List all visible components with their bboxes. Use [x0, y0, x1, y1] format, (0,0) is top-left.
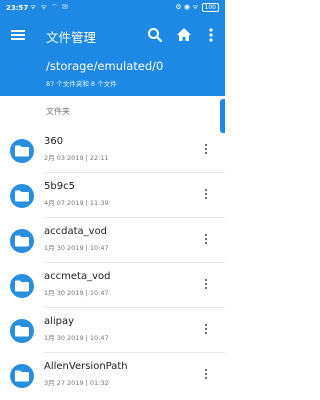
folder-item[interactable]: accmeta_vod 1月 30 2019 | 10:47	[0, 263, 225, 308]
folder-item[interactable]: 360 2月 03 2019 | 22:11	[0, 128, 225, 173]
more-options-icon[interactable]	[203, 187, 209, 203]
folder-date: 4月 07 2019 | 11:39	[44, 199, 109, 207]
folder-item[interactable]: alipay 1月 30 2019 | 10:47	[0, 308, 225, 353]
menu-icon[interactable]	[8, 25, 28, 45]
folder-name: 5b9c5	[44, 181, 75, 192]
app-title: 文件管理	[46, 30, 97, 45]
status-time: 23:57	[6, 4, 29, 12]
overflow-menu-icon[interactable]	[201, 25, 221, 45]
folder-icon	[10, 364, 34, 388]
folder-date: 1月 30 2019 | 10:47	[44, 334, 109, 342]
battery-icon: 100	[201, 3, 219, 12]
status-system-icons: ⚙ ◉ ᯤ	[175, 3, 199, 11]
folder-item[interactable]: 5b9c5 4月 07 2019 | 11:39	[0, 173, 225, 218]
more-options-icon[interactable]	[203, 367, 209, 383]
path-bar: /storage/emulated/0 87 个文件夹和 8 个文件	[0, 53, 225, 96]
search-icon[interactable]	[145, 25, 165, 45]
more-options-icon[interactable]	[203, 142, 209, 158]
status-right-icons: ⚙ ◉ ᯤ 100	[175, 3, 219, 12]
app-bar: 文件管理	[0, 17, 225, 53]
home-icon[interactable]	[174, 25, 194, 45]
folder-icon	[10, 274, 34, 298]
folder-name: accdata_vod	[44, 226, 108, 237]
folder-date: 1月 30 2019 | 10:47	[44, 244, 109, 252]
folder-date: 1月 30 2019 | 10:47	[44, 289, 109, 297]
item-count: 87 个文件夹和 8 个文件	[46, 80, 117, 88]
folder-name: 360	[44, 136, 64, 147]
folder-icon	[10, 319, 34, 343]
folder-name: AllenVersionPath	[44, 361, 128, 372]
folder-date: 2月 03 2019 | 22:11	[44, 154, 109, 162]
folder-date: 3月 27 2019 | 01:32	[44, 379, 109, 387]
folder-item[interactable]: accdata_vod 1月 30 2019 | 10:47	[0, 218, 225, 263]
folder-name: accmeta_vod	[44, 271, 111, 282]
folder-list: 360 2月 03 2019 | 22:11 5b9c5 4月 07 2019 …	[0, 128, 225, 398]
folder-icon	[10, 139, 34, 163]
folder-icon	[10, 184, 34, 208]
more-options-icon[interactable]	[203, 232, 209, 248]
more-options-icon[interactable]	[203, 277, 209, 293]
folder-item[interactable]: AllenVersionPath 3月 27 2019 | 01:32	[0, 353, 225, 398]
more-options-icon[interactable]	[203, 322, 209, 338]
folder-name: alipay	[44, 316, 75, 327]
folder-icon	[10, 229, 34, 253]
status-bar: 23:57 ᯤ ᯤ ⌔ ✉ ⚙ ◉ ᯤ 100	[0, 0, 225, 17]
current-path[interactable]: /storage/emulated/0	[46, 59, 163, 73]
section-header-folders: 文件夹	[46, 107, 70, 116]
status-notification-icons: ᯤ ᯤ ⌔ ✉	[30, 3, 69, 11]
